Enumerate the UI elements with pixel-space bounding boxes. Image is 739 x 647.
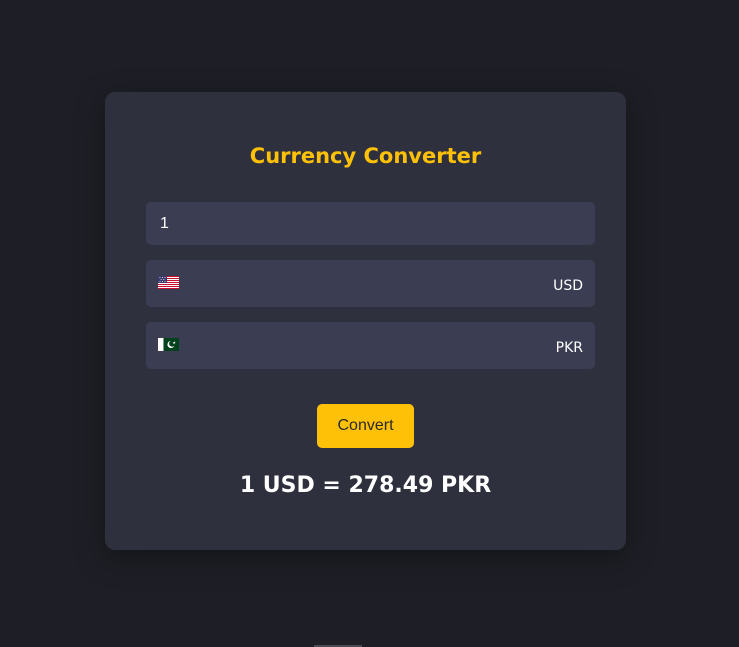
from-currency-code: USD (553, 277, 583, 294)
to-currency-code: PKR (555, 339, 583, 356)
convert-button[interactable]: Convert (317, 404, 414, 448)
pk-flag-icon (158, 337, 179, 351)
us-flag-icon (158, 275, 179, 289)
conversion-result: 1 USD = 278.49 PKR (239, 473, 492, 498)
amount-input[interactable]: 1 (146, 202, 595, 245)
converter-card: Currency Converter 1 USD PKR Convert 1 U… (105, 92, 626, 550)
to-currency-select[interactable]: PKR (146, 322, 595, 369)
page-title: Currency Converter (249, 144, 482, 168)
from-currency-select[interactable]: USD (146, 260, 595, 307)
amount-value: 1 (160, 214, 169, 232)
